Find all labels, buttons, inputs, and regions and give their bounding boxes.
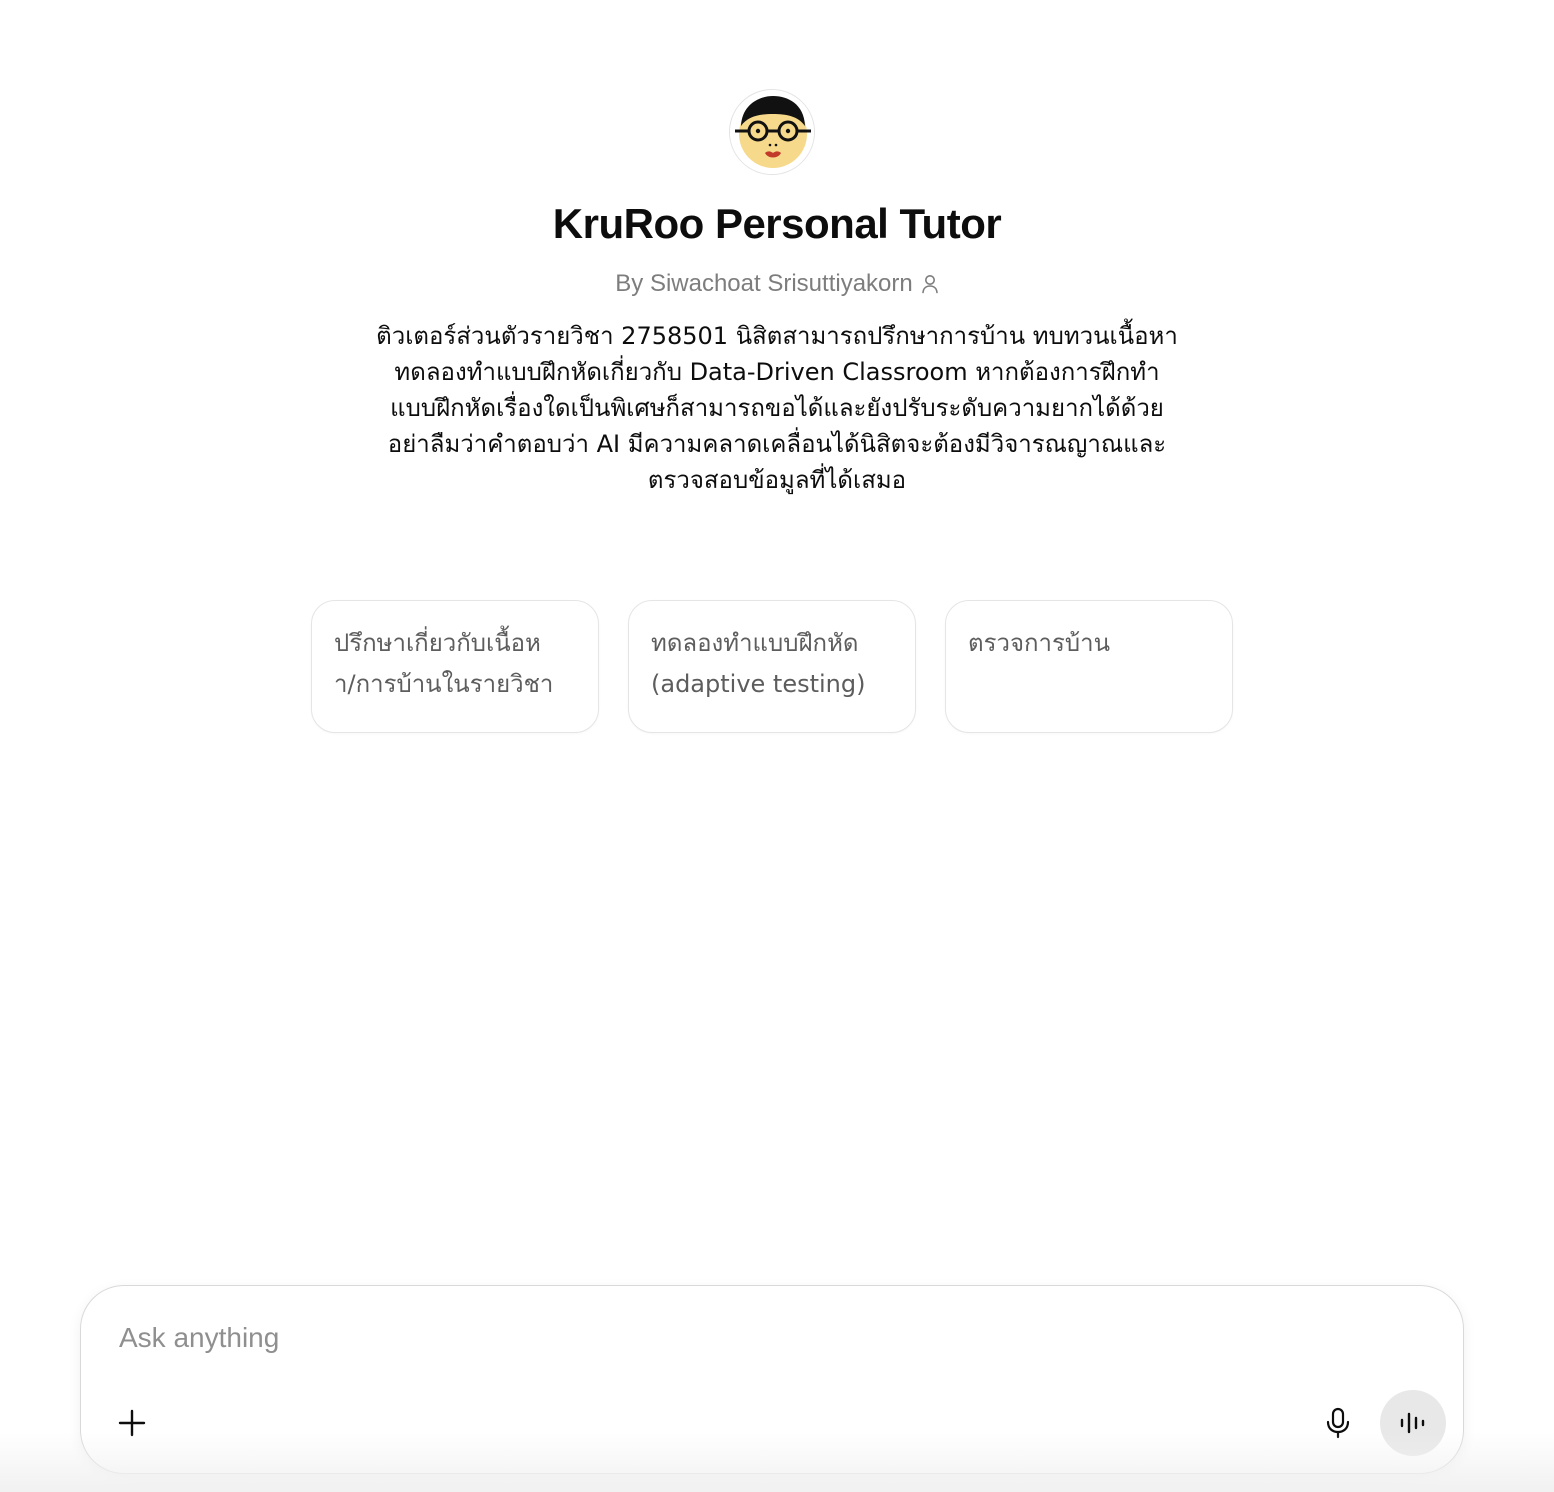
conversation-starter-homework[interactable]: ตรวจการบ้าน bbox=[945, 600, 1233, 733]
description-line: ติวเตอร์ส่วนตัวรายวิชา 2758501 นิสิตสามา… bbox=[376, 322, 1178, 350]
gpt-title: KruRoo Personal Tutor bbox=[552, 200, 1002, 247]
description-line: ทดลองทำแบบฝึกหัดเกี่ยวกับ Data-Driven Cl… bbox=[394, 358, 1160, 386]
gpt-avatar bbox=[729, 89, 815, 175]
author-line: By Siwachoat Srisuttiyakorn bbox=[0, 270, 1554, 298]
description-line: แบบฝึกหัดเรื่องใดเป็นพิเศษก็สามารถขอได้แ… bbox=[390, 394, 1164, 422]
starter-line: ตรวจการบ้าน bbox=[968, 629, 1111, 657]
tutor-face-icon bbox=[730, 90, 814, 174]
gpt-description: ติวเตอร์ส่วนตัวรายวิชา 2758501 นิสิตสามา… bbox=[367, 318, 1187, 498]
description-line: ตรวจสอบข้อมูลที่ได้เสมอ bbox=[647, 466, 907, 494]
conversation-starter-practice[interactable]: ทดลองทำแบบฝึกหัด (adaptive testing) bbox=[628, 600, 916, 733]
starter-line: ปรึกษาเกี่ยวกับเนื้อห bbox=[334, 629, 541, 657]
author-name: By Siwachoat Srisuttiyakorn bbox=[615, 270, 913, 297]
starter-line: (adaptive testing) bbox=[651, 670, 866, 698]
prompt-input[interactable] bbox=[119, 1316, 1319, 1360]
conversation-starter-consult[interactable]: ปรึกษาเกี่ยวกับเนื้อห า/การบ้านในรายวิชา bbox=[311, 600, 599, 733]
bottom-fade bbox=[0, 1432, 1554, 1492]
starter-line: า/การบ้านในรายวิชา bbox=[334, 670, 554, 698]
person-icon[interactable] bbox=[921, 274, 939, 294]
description-line: อย่าลืมว่าคำตอบว่า AI มีความคลาดเคลื่อนไ… bbox=[387, 430, 1167, 458]
gpt-start-page: KruRoo Personal Tutor By Siwachoat Srisu… bbox=[0, 0, 1554, 1492]
starter-line: ทดลองทำแบบฝึกหัด bbox=[651, 629, 859, 657]
